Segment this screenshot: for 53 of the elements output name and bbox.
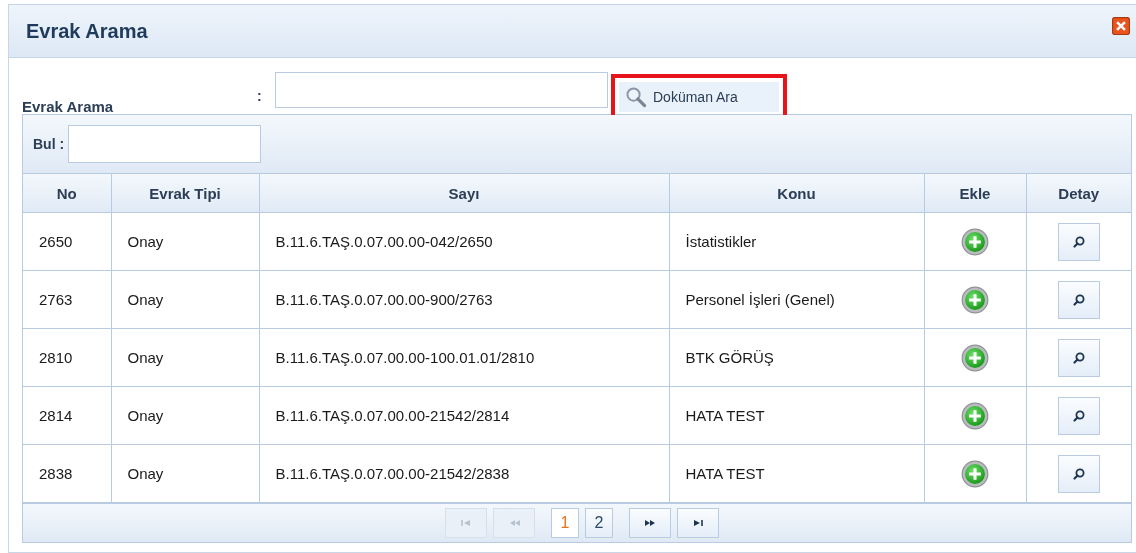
table-cell: 2650 [23, 212, 111, 271]
table-cell: B.11.6.TAŞ.0.07.00.00-100.01.01/2810 [259, 328, 669, 387]
add-icon[interactable] [961, 343, 989, 372]
detail-button[interactable] [1057, 338, 1100, 377]
search-icon [625, 86, 647, 108]
search-icon [1071, 350, 1086, 365]
search-icon [1071, 292, 1086, 307]
table-cell: Onay [111, 212, 259, 271]
detail-button[interactable] [1057, 396, 1100, 435]
table-cell: Onay [111, 328, 259, 387]
table-cell: B.11.6.TAŞ.0.07.00.00-21542/2814 [259, 386, 669, 445]
colon-text: : [257, 88, 263, 104]
field-label: Evrak Arama [22, 98, 115, 115]
search-icon [1071, 408, 1086, 423]
table-cell: 2810 [23, 328, 111, 387]
column-header: Sayı [259, 174, 669, 213]
column-header: Evrak Tipi [111, 174, 259, 213]
window-title: Evrak Arama [26, 19, 148, 43]
table-cell: HATA TEST [669, 386, 924, 445]
table-cell: 2763 [23, 270, 111, 329]
column-header: No [23, 174, 111, 213]
page-button[interactable]: 2 [585, 508, 613, 538]
column-header: Detay [1026, 174, 1131, 213]
add-icon[interactable] [961, 401, 989, 430]
table-cell: B.11.6.TAŞ.0.07.00.00-042/2650 [259, 212, 669, 271]
last-page-button[interactable] [677, 508, 719, 538]
detail-button[interactable] [1057, 454, 1100, 493]
search-field[interactable] [275, 72, 608, 108]
table-cell: B.11.6.TAŞ.0.07.00.00-900/2763 [259, 270, 669, 329]
filter-field[interactable] [68, 125, 262, 163]
table-cell: HATA TEST [669, 444, 924, 503]
table-cell: 2814 [23, 386, 111, 445]
column-header: Konu [669, 174, 924, 213]
search-icon [1071, 466, 1086, 481]
add-icon[interactable] [961, 285, 989, 314]
table-cell: Onay [111, 270, 259, 329]
filter-label: Bul : [33, 136, 65, 152]
search-button[interactable]: Doküman Ara [619, 82, 779, 112]
search-icon [1071, 234, 1086, 249]
column-header: Ekle [924, 174, 1026, 213]
table-cell: Personel İşleri (Genel) [669, 270, 924, 329]
table-cell: BTK GÖRÜŞ [669, 328, 924, 387]
table-cell: B.11.6.TAŞ.0.07.00.00-21542/2838 [259, 444, 669, 503]
close-icon[interactable] [1112, 17, 1130, 35]
add-icon[interactable] [961, 459, 989, 488]
detail-button[interactable] [1057, 222, 1100, 261]
table-cell: Onay [111, 444, 259, 503]
table-cell: İstatistikler [669, 212, 924, 271]
next-page-button[interactable] [629, 508, 671, 538]
detail-button[interactable] [1057, 280, 1100, 319]
add-icon[interactable] [961, 227, 989, 256]
table-cell: 2838 [23, 444, 111, 503]
table-cell: Onay [111, 386, 259, 445]
